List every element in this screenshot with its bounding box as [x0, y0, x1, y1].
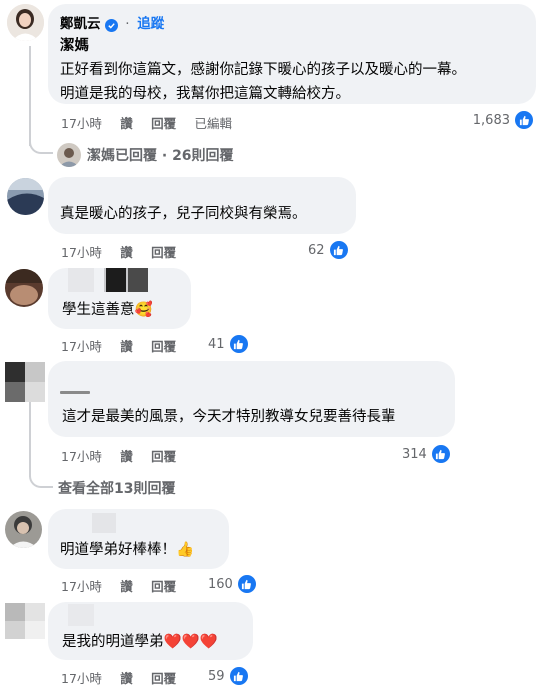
like-count: 41 [208, 336, 225, 352]
mention-tag[interactable]: 潔媽 [60, 34, 524, 58]
reply-button[interactable]: 回覆 [151, 339, 176, 354]
verified-badge-icon [104, 19, 118, 32]
redacted-name-block [128, 268, 148, 292]
replier-avatar [57, 143, 81, 167]
comment-bubble[interactable]: 明道學弟好棒棒！👍 [48, 509, 229, 569]
follow-button[interactable]: 追蹤 [137, 16, 164, 32]
comment-text-line: 明道是我的母校，我幫你把這篇文轉給校方。 [60, 86, 350, 102]
thumbs-up-icon [227, 333, 250, 355]
replier-photo-icon [57, 143, 81, 167]
comment-actions: 17小時 讚 回覆 已編輯 [61, 113, 246, 132]
comment-actions: 17小時 讚 回覆 [61, 576, 190, 595]
avatar[interactable] [7, 4, 44, 41]
reaction-count[interactable]: 1,683 [473, 109, 535, 131]
reaction-count[interactable]: 314 [402, 443, 452, 465]
comment-author[interactable]: 鄭凱云 [60, 16, 101, 32]
edited-label: 已編輯 [194, 116, 233, 131]
redacted-name-block [68, 268, 94, 292]
avatar-photo-icon [7, 4, 44, 41]
comment-bubble[interactable]: 這才是最美的風景，今天才特別教導女兒要善待長輩 [48, 361, 455, 437]
like-button[interactable]: 讚 [120, 245, 133, 260]
like-count: 62 [308, 242, 325, 258]
thread-line-main [29, 46, 31, 146]
comment-bubble[interactable]: 學生這善意🥰 [48, 268, 191, 329]
comment-time[interactable]: 17小時 [61, 245, 102, 260]
comment-text: 真是暖心的孩子，兒子同校與有榮焉。 [60, 206, 307, 222]
avatar-mosaic-icon [5, 603, 45, 639]
redacted-name [60, 185, 180, 197]
reaction-count[interactable]: 59 [208, 665, 250, 687]
reply-summary-text[interactable]: 潔媽已回覆 · 26則回覆 [87, 145, 234, 165]
like-button[interactable]: 讚 [120, 449, 133, 464]
like-count: 314 [402, 446, 427, 462]
comment-text: 明道學弟好棒棒！👍 [60, 542, 195, 558]
comment-actions: 17小時 讚 回覆 [61, 336, 190, 355]
comment-bubble[interactable]: 是我的明道學弟❤️❤️❤️ [48, 602, 253, 660]
redacted-name-block [68, 604, 94, 626]
like-button[interactable]: 讚 [120, 339, 133, 354]
avatar-photo-icon [7, 178, 44, 215]
comment-time[interactable]: 17小時 [61, 579, 102, 594]
comment-time[interactable]: 17小時 [61, 671, 102, 686]
redacted-name [60, 391, 90, 394]
like-button[interactable]: 讚 [120, 579, 133, 594]
comment-text: 學生這善意🥰 [62, 302, 153, 318]
thread-line-replies-curve [29, 472, 53, 488]
comment-bubble[interactable]: 真是暖心的孩子，兒子同校與有榮焉。 [48, 177, 356, 234]
comment-time[interactable]: 17小時 [61, 449, 102, 464]
avatar[interactable] [5, 269, 43, 307]
comment-time[interactable]: 17小時 [61, 116, 102, 131]
comment-actions: 17小時 讚 回覆 [61, 446, 190, 465]
redacted-name-block [106, 268, 126, 292]
thumbs-up-icon [327, 239, 350, 261]
avatar[interactable] [5, 511, 42, 548]
avatar-mosaic-icon [5, 362, 45, 402]
reaction-count[interactable]: 62 [308, 239, 350, 261]
avatar[interactable] [5, 362, 45, 402]
like-button[interactable]: 讚 [120, 116, 133, 131]
separator-dot: · [125, 16, 130, 32]
reply-button[interactable]: 回覆 [151, 579, 176, 594]
like-count: 59 [208, 668, 225, 684]
like-button[interactable]: 讚 [120, 671, 133, 686]
avatar-photo-icon [5, 269, 43, 307]
reply-button[interactable]: 回覆 [151, 449, 176, 464]
thumbs-up-icon [513, 109, 535, 131]
reaction-count[interactable]: 160 [208, 573, 258, 595]
comment-actions: 17小時 讚 回覆 [61, 242, 190, 261]
reply-button[interactable]: 回覆 [151, 245, 176, 260]
avatar[interactable] [7, 178, 44, 215]
comment-time[interactable]: 17小時 [61, 339, 102, 354]
comment-author-row: 鄭凱云 · 追蹤 [60, 12, 524, 32]
reaction-count[interactable]: 41 [208, 333, 250, 355]
comment-text: 是我的明道學弟❤️❤️❤️ [62, 634, 218, 650]
comment-text: 這才是最美的風景，今天才特別教導女兒要善待長輩 [62, 409, 396, 425]
redacted-name-block [92, 513, 116, 533]
avatar-photo-icon [5, 511, 42, 548]
reply-summary-row[interactable]: 潔媽已回覆 · 26則回覆 [57, 143, 234, 167]
comment-actions: 17小時 讚 回覆 [61, 668, 190, 687]
thumbs-up-icon [235, 573, 258, 595]
comment-text-line: 正好看到你這篇文，感謝你記錄下暖心的孩子以及暖心的一幕。 [60, 62, 466, 78]
thread-line-curve [29, 140, 53, 154]
reply-button[interactable]: 回覆 [151, 116, 176, 131]
like-count: 1,683 [472, 112, 510, 128]
like-count: 160 [208, 576, 233, 592]
reply-button[interactable]: 回覆 [151, 671, 176, 686]
avatar[interactable] [5, 603, 45, 639]
thumbs-up-icon [429, 443, 452, 465]
view-all-replies-link[interactable]: 查看全部13則回覆 [58, 478, 175, 498]
comment-bubble[interactable]: 鄭凱云 · 追蹤 潔媽 正好看到你這篇文，感謝你記錄下暖心的孩子以及暖心的一幕。… [48, 4, 536, 104]
thumbs-up-icon [227, 665, 250, 687]
